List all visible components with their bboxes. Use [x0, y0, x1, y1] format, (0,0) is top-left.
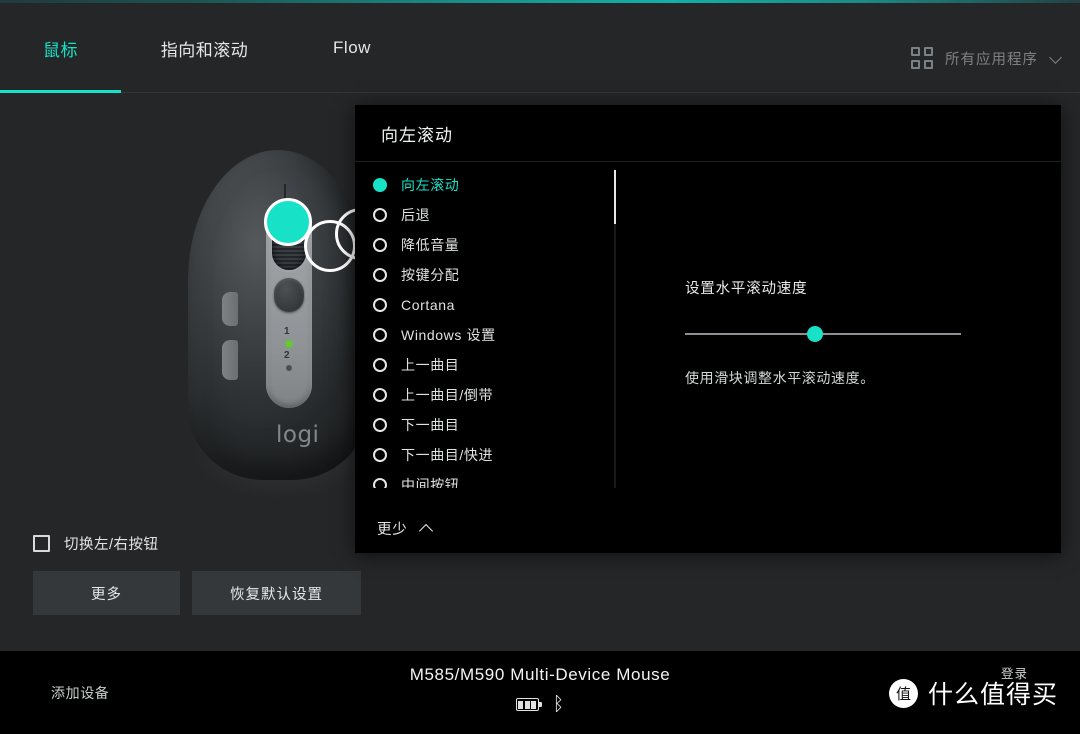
option-list-scrollbar[interactable]: [614, 170, 616, 488]
tab-bar: 鼠标 指向和滚动 Flow 所有应用程序: [0, 3, 1080, 93]
chevron-down-icon: [1050, 52, 1062, 64]
tab-mouse-label: 鼠标: [43, 40, 78, 60]
left-button-hotspot[interactable]: [264, 198, 312, 246]
action-option-label: 中间按钮: [401, 477, 460, 488]
swap-buttons-row[interactable]: 切换左/右按钮: [33, 533, 159, 554]
action-option[interactable]: 下一曲目/快进: [355, 440, 615, 470]
action-settings-panel: 向左滚动 向左滚动后退降低音量按键分配 Cortana Windows 设置 上一曲目…: [355, 105, 1061, 553]
swap-buttons-label: 切换左/右按钮: [64, 537, 159, 553]
bottom-status-bar: 添加设备 M585/M590 Multi-Device Mouse ᛒ 登录 值…: [0, 651, 1080, 734]
radio-unselected-icon[interactable]: [373, 478, 387, 488]
tab-flow-label: Flow: [333, 38, 371, 57]
action-option-list[interactable]: 向左滚动后退降低音量按键分配 Cortana Windows 设置 上一曲目上一曲目/…: [355, 170, 615, 488]
action-option[interactable]: 后退: [355, 200, 615, 230]
left-button-row: 更多 恢复默认设置: [33, 571, 361, 615]
tab-active-underline: [0, 90, 121, 93]
action-option-label: 下一曲目: [401, 417, 460, 433]
action-option[interactable]: Cortana: [355, 290, 615, 320]
radio-unselected-icon[interactable]: [373, 448, 387, 462]
more-button[interactable]: 更多: [33, 571, 180, 615]
collapse-list-button[interactable]: 更少: [377, 518, 433, 539]
tab-flow[interactable]: Flow: [288, 3, 416, 93]
watermark: 值 什么值得买: [888, 675, 1058, 711]
bluetooth-icon: ᛒ: [552, 694, 565, 715]
action-option[interactable]: 上一曲目: [355, 350, 615, 380]
action-option-label: 上一曲目/倒带: [401, 387, 494, 403]
tab-list: 鼠标 指向和滚动 Flow: [0, 3, 416, 93]
watermark-text: 什么值得买: [927, 680, 1058, 709]
radio-unselected-icon[interactable]: [373, 358, 387, 372]
grid-icon: [911, 47, 933, 69]
channel-1-label: 1: [284, 326, 290, 337]
mouse-side-button-back[interactable]: [222, 340, 238, 380]
detail-title: 设置水平滚动速度: [685, 281, 808, 297]
tab-pointing-and-scrolling-label: 指向和滚动: [160, 40, 249, 60]
radio-unselected-icon[interactable]: [373, 388, 387, 402]
radio-unselected-icon[interactable]: [373, 208, 387, 222]
action-detail-pane: 设置水平滚动速度 使用滑块调整水平滚动速度。: [685, 162, 1025, 388]
detail-hint: 使用滑块调整水平滚动速度。: [685, 370, 875, 386]
action-option-label: 下一曲目/快进: [401, 447, 494, 463]
collapse-list-label: 更少: [377, 522, 408, 538]
slider-thumb[interactable]: [806, 326, 823, 342]
tab-pointing-and-scrolling[interactable]: 指向和滚动: [121, 3, 288, 93]
panel-header: 向左滚动: [355, 105, 1061, 162]
action-option[interactable]: Windows 设置: [355, 320, 615, 350]
action-option[interactable]: 向左滚动: [355, 170, 615, 200]
action-option-label: 按键分配: [401, 267, 460, 283]
channel-2-led: [286, 365, 292, 371]
action-option[interactable]: 降低音量: [355, 230, 615, 260]
panel-body: 向左滚动后退降低音量按键分配 Cortana Windows 设置 上一曲目上一曲目/…: [355, 162, 1061, 553]
action-option[interactable]: 下一曲目: [355, 410, 615, 440]
action-option-label: Windows 设置: [401, 327, 496, 343]
radio-selected-icon[interactable]: [373, 178, 387, 192]
action-option-label: 向左滚动: [401, 177, 460, 193]
middle-button[interactable]: [274, 278, 304, 312]
channel-1-led: [286, 341, 292, 347]
logitech-options-window: — ✕ 鼠标 指向和滚动 Flow 所有应用程序: [0, 0, 1080, 734]
battery-icon: [515, 698, 542, 711]
app-selector[interactable]: 所有应用程序: [911, 47, 1062, 69]
scroll-wheel-hotspot[interactable]: [304, 220, 356, 272]
chevron-up-icon: [420, 522, 433, 535]
action-option-label: Cortana: [401, 297, 456, 313]
radio-unselected-icon[interactable]: [373, 328, 387, 342]
radio-unselected-icon[interactable]: [373, 268, 387, 282]
action-option[interactable]: 按键分配: [355, 260, 615, 290]
radio-unselected-icon[interactable]: [373, 238, 387, 252]
option-list-scrollbar-thumb[interactable]: [614, 170, 616, 224]
slider-rail: [685, 333, 961, 335]
horizontal-scroll-speed-slider[interactable]: [685, 326, 961, 342]
action-option-label: 后退: [401, 207, 431, 223]
radio-unselected-icon[interactable]: [373, 298, 387, 312]
tab-mouse[interactable]: 鼠标: [0, 3, 121, 93]
action-option[interactable]: 中间按钮: [355, 470, 615, 488]
mouse-side-button-forward[interactable]: [222, 292, 238, 326]
action-option-label: 上一曲目: [401, 357, 460, 373]
action-option-label: 降低音量: [401, 237, 460, 253]
action-option[interactable]: 上一曲目/倒带: [355, 380, 615, 410]
panel-title: 向左滚动: [381, 126, 453, 145]
logi-brand-text: logi: [276, 422, 320, 448]
swap-buttons-checkbox[interactable]: [33, 535, 50, 552]
app-selector-label: 所有应用程序: [945, 51, 1038, 68]
restore-defaults-button[interactable]: 恢复默认设置: [192, 571, 361, 615]
channel-2-label: 2: [284, 350, 290, 361]
radio-unselected-icon[interactable]: [373, 418, 387, 432]
watermark-logo: 值: [888, 678, 918, 708]
